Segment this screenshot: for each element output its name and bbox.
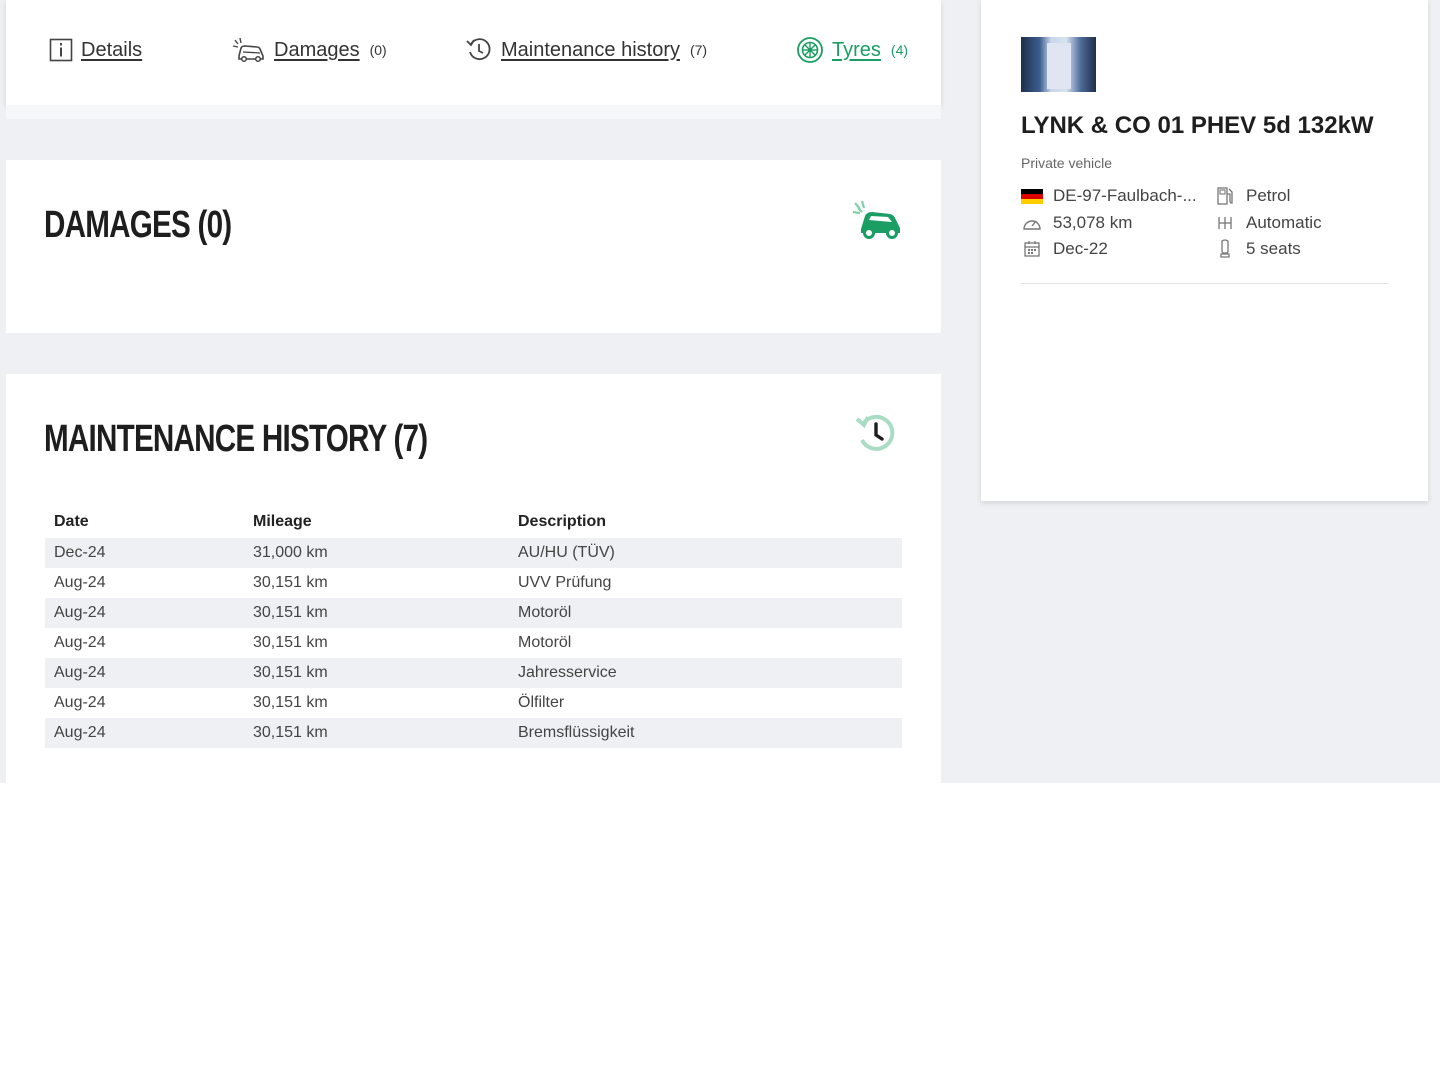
maintenance-section: MAINTENANCE HISTORY (7) Date Mileage Des…: [6, 374, 941, 783]
tab-maintenance-history-count: (7): [689, 42, 708, 58]
column-header-mileage: Mileage: [253, 513, 312, 530]
tab-damages-count: (0): [369, 42, 387, 58]
maintenance-table: Date Mileage Description Dec-24 31,000 k…: [45, 506, 902, 748]
spec-location-value: DE-97-Faulbach-...: [1053, 186, 1197, 205]
cell-description: Jahresservice: [509, 658, 902, 688]
damaged-car-icon: [852, 200, 904, 245]
cell-description: AU/HU (TÜV): [509, 538, 902, 568]
column-header-date: Date: [54, 513, 89, 530]
spec-seats: 5 seats: [1214, 239, 1301, 259]
section-separator: [6, 105, 941, 119]
tab-details-label: Details: [81, 38, 143, 61]
table-row: Dec-24 31,000 km AU/HU (TÜV): [45, 538, 902, 568]
table-row: Aug-24 30,151 km Jahresservice: [45, 658, 902, 688]
cell-date: Aug-24: [54, 634, 106, 651]
spec-location: DE-97-Faulbach-...: [1021, 186, 1197, 206]
spec-mileage: 53,078 km: [1021, 213, 1132, 233]
table-row: Aug-24 30,151 km Motoröl: [45, 628, 902, 658]
cell-mileage: 30,151 km: [253, 574, 328, 591]
german-flag-icon: [1021, 186, 1043, 206]
spec-transmission: Automatic: [1214, 213, 1322, 233]
cell-mileage: 30,151 km: [244, 658, 509, 688]
spec-mileage-value: 53,078 km: [1053, 213, 1133, 232]
cell-mileage: 30,151 km: [244, 598, 509, 628]
tab-tyres-label: Tyres: [832, 38, 881, 61]
spec-transmission-value: Automatic: [1246, 213, 1322, 232]
spec-registration-value: Dec-22: [1053, 239, 1108, 258]
tab-damages[interactable]: Damages (0): [232, 34, 387, 66]
vehicle-subtitle: Private vehicle: [1021, 155, 1113, 171]
calendar-icon: [1021, 239, 1043, 259]
tab-details[interactable]: Details: [49, 34, 142, 66]
history-icon: [854, 412, 898, 461]
table-header-row: Date Mileage Description: [45, 506, 902, 538]
cell-description: Motoröl: [518, 634, 572, 651]
damages-title: DAMAGES (0): [44, 204, 232, 246]
seat-icon: [1214, 239, 1236, 259]
divider: [1021, 283, 1389, 284]
cell-description: Ölfilter: [518, 694, 565, 711]
table-row: Aug-24 30,151 km Bremsflüssigkeit: [45, 718, 902, 748]
table-row: Aug-24 30,151 km UVV Prüfung: [45, 568, 902, 598]
spec-registration: Dec-22: [1021, 239, 1108, 259]
damaged-car-icon: [232, 37, 266, 63]
tab-maintenance-history[interactable]: Maintenance history (7): [465, 34, 707, 66]
cell-mileage: 30,151 km: [244, 718, 509, 748]
cell-date: Aug-24: [54, 694, 106, 711]
tab-tyres-count: (4): [890, 42, 909, 58]
damages-section: DAMAGES (0): [6, 160, 941, 333]
cell-description: Motoröl: [509, 598, 902, 628]
fuel-pump-icon: [1214, 186, 1236, 206]
cell-date: Aug-24: [45, 718, 244, 748]
speedometer-icon: [1021, 213, 1043, 233]
cell-description: Bremsflüssigkeit: [509, 718, 902, 748]
cell-description: UVV Prüfung: [518, 574, 612, 591]
cell-mileage: 31,000 km: [244, 538, 509, 568]
table-row: Aug-24 30,151 km Motoröl: [45, 598, 902, 628]
section-tabs: Details Damages (0) Maintenance history …: [6, 0, 941, 105]
tyre-icon: [796, 36, 824, 64]
spec-fuel: Petrol: [1214, 186, 1290, 206]
cell-mileage: 30,151 km: [253, 694, 328, 711]
cell-date: Aug-24: [45, 658, 244, 688]
table-row: Aug-24 30,151 km Ölfilter: [45, 688, 902, 718]
history-icon: [465, 36, 493, 64]
cell-mileage: 30,151 km: [253, 634, 328, 651]
vehicle-thumbnail[interactable]: [1021, 37, 1096, 92]
vehicle-title: LYNK & CO 01 PHEV 5d 132kW: [1021, 112, 1374, 139]
cell-date: Aug-24: [45, 598, 244, 628]
spec-fuel-value: Petrol: [1246, 186, 1291, 205]
cell-date: Aug-24: [54, 574, 106, 591]
maintenance-title: MAINTENANCE HISTORY (7): [44, 418, 428, 460]
vehicle-summary-card: LYNK & CO 01 PHEV 5d 132kW Private vehic…: [981, 0, 1428, 501]
tab-damages-label: Damages: [274, 38, 360, 61]
column-header-description: Description: [518, 513, 607, 530]
info-icon: [49, 38, 73, 62]
gearbox-icon: [1214, 213, 1236, 233]
cell-date: Dec-24: [45, 538, 244, 568]
spec-seats-value: 5 seats: [1246, 239, 1301, 258]
tab-maintenance-history-label: Maintenance history: [501, 38, 680, 61]
tab-tyres[interactable]: Tyres (4): [796, 34, 908, 66]
